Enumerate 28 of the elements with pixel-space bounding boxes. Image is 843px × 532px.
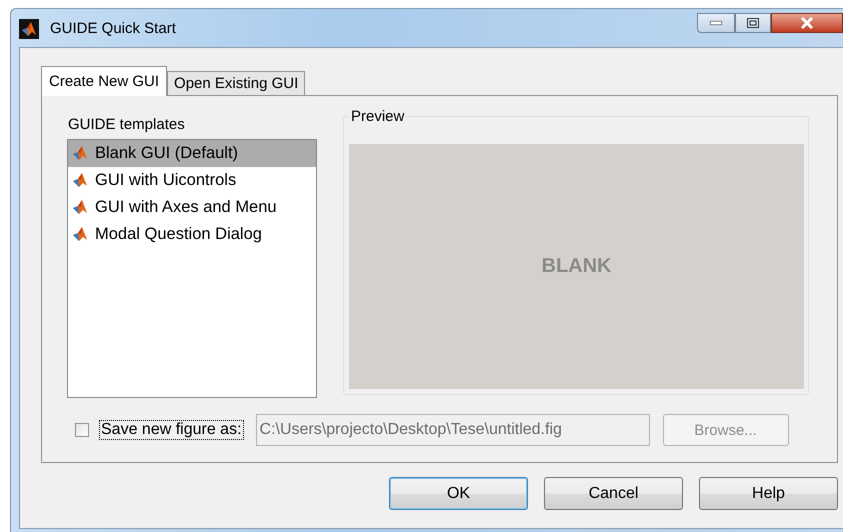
template-item[interactable]: GUI with Axes and Menu <box>68 194 316 221</box>
template-label: Blank GUI (Default) <box>95 144 238 163</box>
tab[interactable]: Open Existing GUI <box>167 71 306 95</box>
matlab-logo-icon <box>72 226 88 242</box>
close-icon <box>800 17 814 29</box>
dialog-button[interactable]: Cancel <box>544 477 683 510</box>
maximize-button[interactable] <box>735 13 771 33</box>
template-label: Modal Question Dialog <box>95 224 262 244</box>
window-title: GUIDE Quick Start <box>50 20 176 37</box>
dialog-button[interactable]: Help <box>699 477 838 510</box>
template-item[interactable]: Blank GUI (Default) <box>68 140 316 167</box>
minimize-icon <box>710 21 722 25</box>
maximize-icon <box>747 18 759 28</box>
minimize-button[interactable] <box>697 13 735 33</box>
template-item[interactable]: Modal Question Dialog <box>68 220 316 248</box>
preview-text: BLANK <box>542 255 612 278</box>
template-label: GUI with Uicontrols <box>95 170 236 190</box>
tab[interactable]: Create New GUI <box>41 66 168 96</box>
template-label: GUI with Axes and Menu <box>95 198 277 217</box>
dialog-button[interactable]: OK <box>389 477 528 510</box>
templates-list[interactable]: Blank GUI (Default) GUI with Uicontrols GUI with Axes and Menu Modal Question Dialog <box>67 138 317 398</box>
close-button[interactable] <box>771 13 843 33</box>
templates-label: GUIDE templates <box>68 116 186 134</box>
matlab-logo-icon <box>72 199 88 216</box>
template-item[interactable]: GUI with Uicontrols <box>68 166 316 194</box>
matlab-logo-icon <box>21 21 37 37</box>
matlab-logo-icon <box>72 172 88 188</box>
matlab-logo-icon <box>72 145 88 162</box>
